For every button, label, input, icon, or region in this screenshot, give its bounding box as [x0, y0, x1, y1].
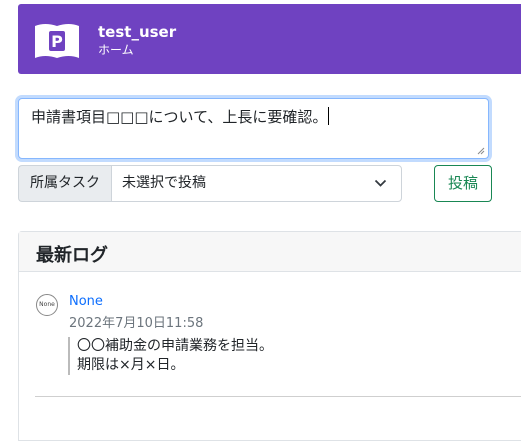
log-entry-line: 〇〇補助金の申請業務を担当。 — [77, 338, 273, 354]
task-select[interactable]: 未選択で投稿 — [111, 165, 402, 202]
text-caret — [328, 107, 330, 125]
resize-grip-icon[interactable] — [477, 147, 485, 155]
book-p-logo-icon[interactable]: P — [33, 20, 81, 60]
log-author-link[interactable]: None — [69, 294, 103, 309]
log-timestamp: 2022年7月10日11:58 — [69, 316, 204, 331]
user-name[interactable]: test_user — [98, 23, 176, 41]
svg-text:P: P — [51, 32, 63, 51]
log-entry-body: 〇〇補助金の申請業務を担当。 期限は×月×日。 — [68, 337, 273, 375]
home-link[interactable]: ホーム — [98, 41, 134, 58]
task-select-label: 所属タスク — [18, 165, 111, 202]
task-select-group: 所属タスク 未選択で投稿 — [18, 165, 402, 202]
post-textarea[interactable]: 申請書項目□□□について、上長に要確認。 — [18, 98, 489, 159]
chevron-down-icon — [374, 179, 387, 187]
app-header: P test_user ホーム — [18, 4, 521, 74]
log-entry-line: 期限は×月×日。 — [77, 357, 185, 373]
avatar[interactable]: None — [36, 294, 58, 316]
log-divider — [35, 396, 521, 397]
post-textarea-value: 申請書項目□□□について、上長に要確認。 — [31, 108, 328, 126]
latest-log-header: 最新ログ — [19, 232, 521, 272]
latest-log-title: 最新ログ — [36, 245, 108, 266]
latest-log-card: 最新ログ None None 2022年7月10日11:58 〇〇補助金の申請業… — [18, 231, 521, 441]
task-select-value: 未選択で投稿 — [122, 175, 206, 191]
post-button[interactable]: 投稿 — [434, 165, 492, 202]
